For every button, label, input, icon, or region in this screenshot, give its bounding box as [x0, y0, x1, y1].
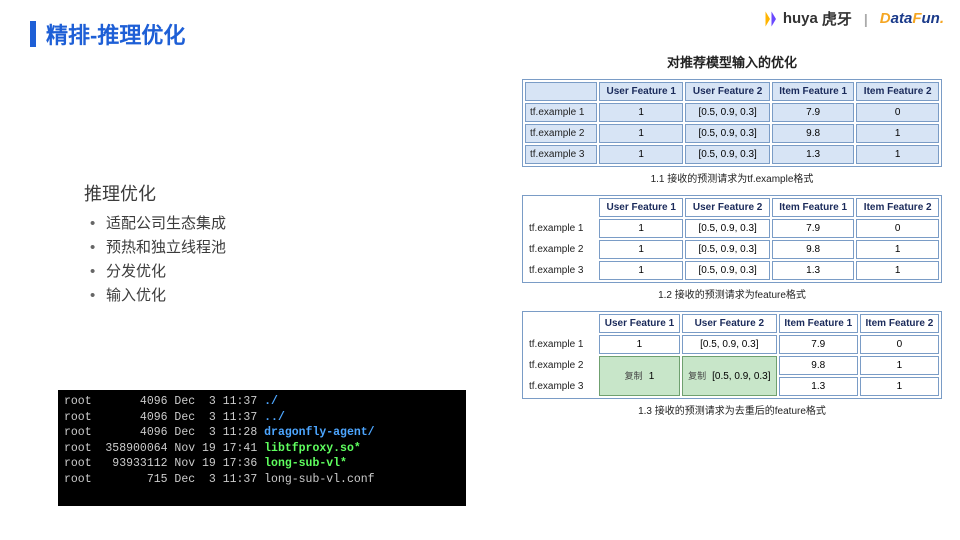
slide-title: 精排-推理优化 — [30, 18, 185, 50]
table-1: User Feature 1User Feature 2Item Feature… — [522, 79, 942, 167]
huya-text-cn: 虎牙 — [822, 8, 852, 29]
bullet-item: 分发优化 — [84, 260, 226, 284]
huya-logo: huya虎牙 — [761, 8, 852, 29]
bullet-item: 输入优化 — [84, 284, 226, 308]
header-logos: huya虎牙 | DataFun. — [761, 8, 944, 29]
table-3: User Feature 1User Feature 2Item Feature… — [522, 311, 942, 399]
bullet-item: 适配公司生态集成 — [84, 212, 226, 236]
logo-separator: | — [864, 11, 868, 27]
huya-text-en: huya — [783, 10, 818, 27]
merged-cell-c2: 复制[0.5, 0.9, 0.3] — [682, 356, 777, 396]
title-text: 精排-推理优化 — [46, 18, 185, 50]
caption-3: 1.3 接收的预测请求为去重后的feature格式 — [522, 402, 942, 417]
caption-2: 1.2 接收的预测请求为feature格式 — [522, 286, 942, 301]
right-panel: 对推荐模型输入的优化 User Feature 1User Feature 2I… — [522, 52, 942, 427]
merged-cell-c1: 复制1 — [599, 356, 680, 396]
section-block: 推理优化 适配公司生态集成 预热和独立线程池 分发优化 输入优化 — [84, 180, 226, 308]
title-accent-bar — [30, 21, 36, 47]
panel-title: 对推荐模型输入的优化 — [522, 52, 942, 71]
caption-1: 1.1 接收的预测请求为tf.example格式 — [522, 170, 942, 185]
terminal-output: root 4096 Dec 3 11:37 ./ root 4096 Dec 3… — [58, 390, 466, 506]
table-2: User Feature 1User Feature 2Item Feature… — [522, 195, 942, 283]
huya-icon — [761, 10, 779, 28]
datafun-logo: DataFun. — [880, 10, 944, 27]
section-heading: 推理优化 — [84, 180, 226, 206]
bullet-item: 预热和独立线程池 — [84, 236, 226, 260]
bullet-list: 适配公司生态集成 预热和独立线程池 分发优化 输入优化 — [84, 212, 226, 308]
